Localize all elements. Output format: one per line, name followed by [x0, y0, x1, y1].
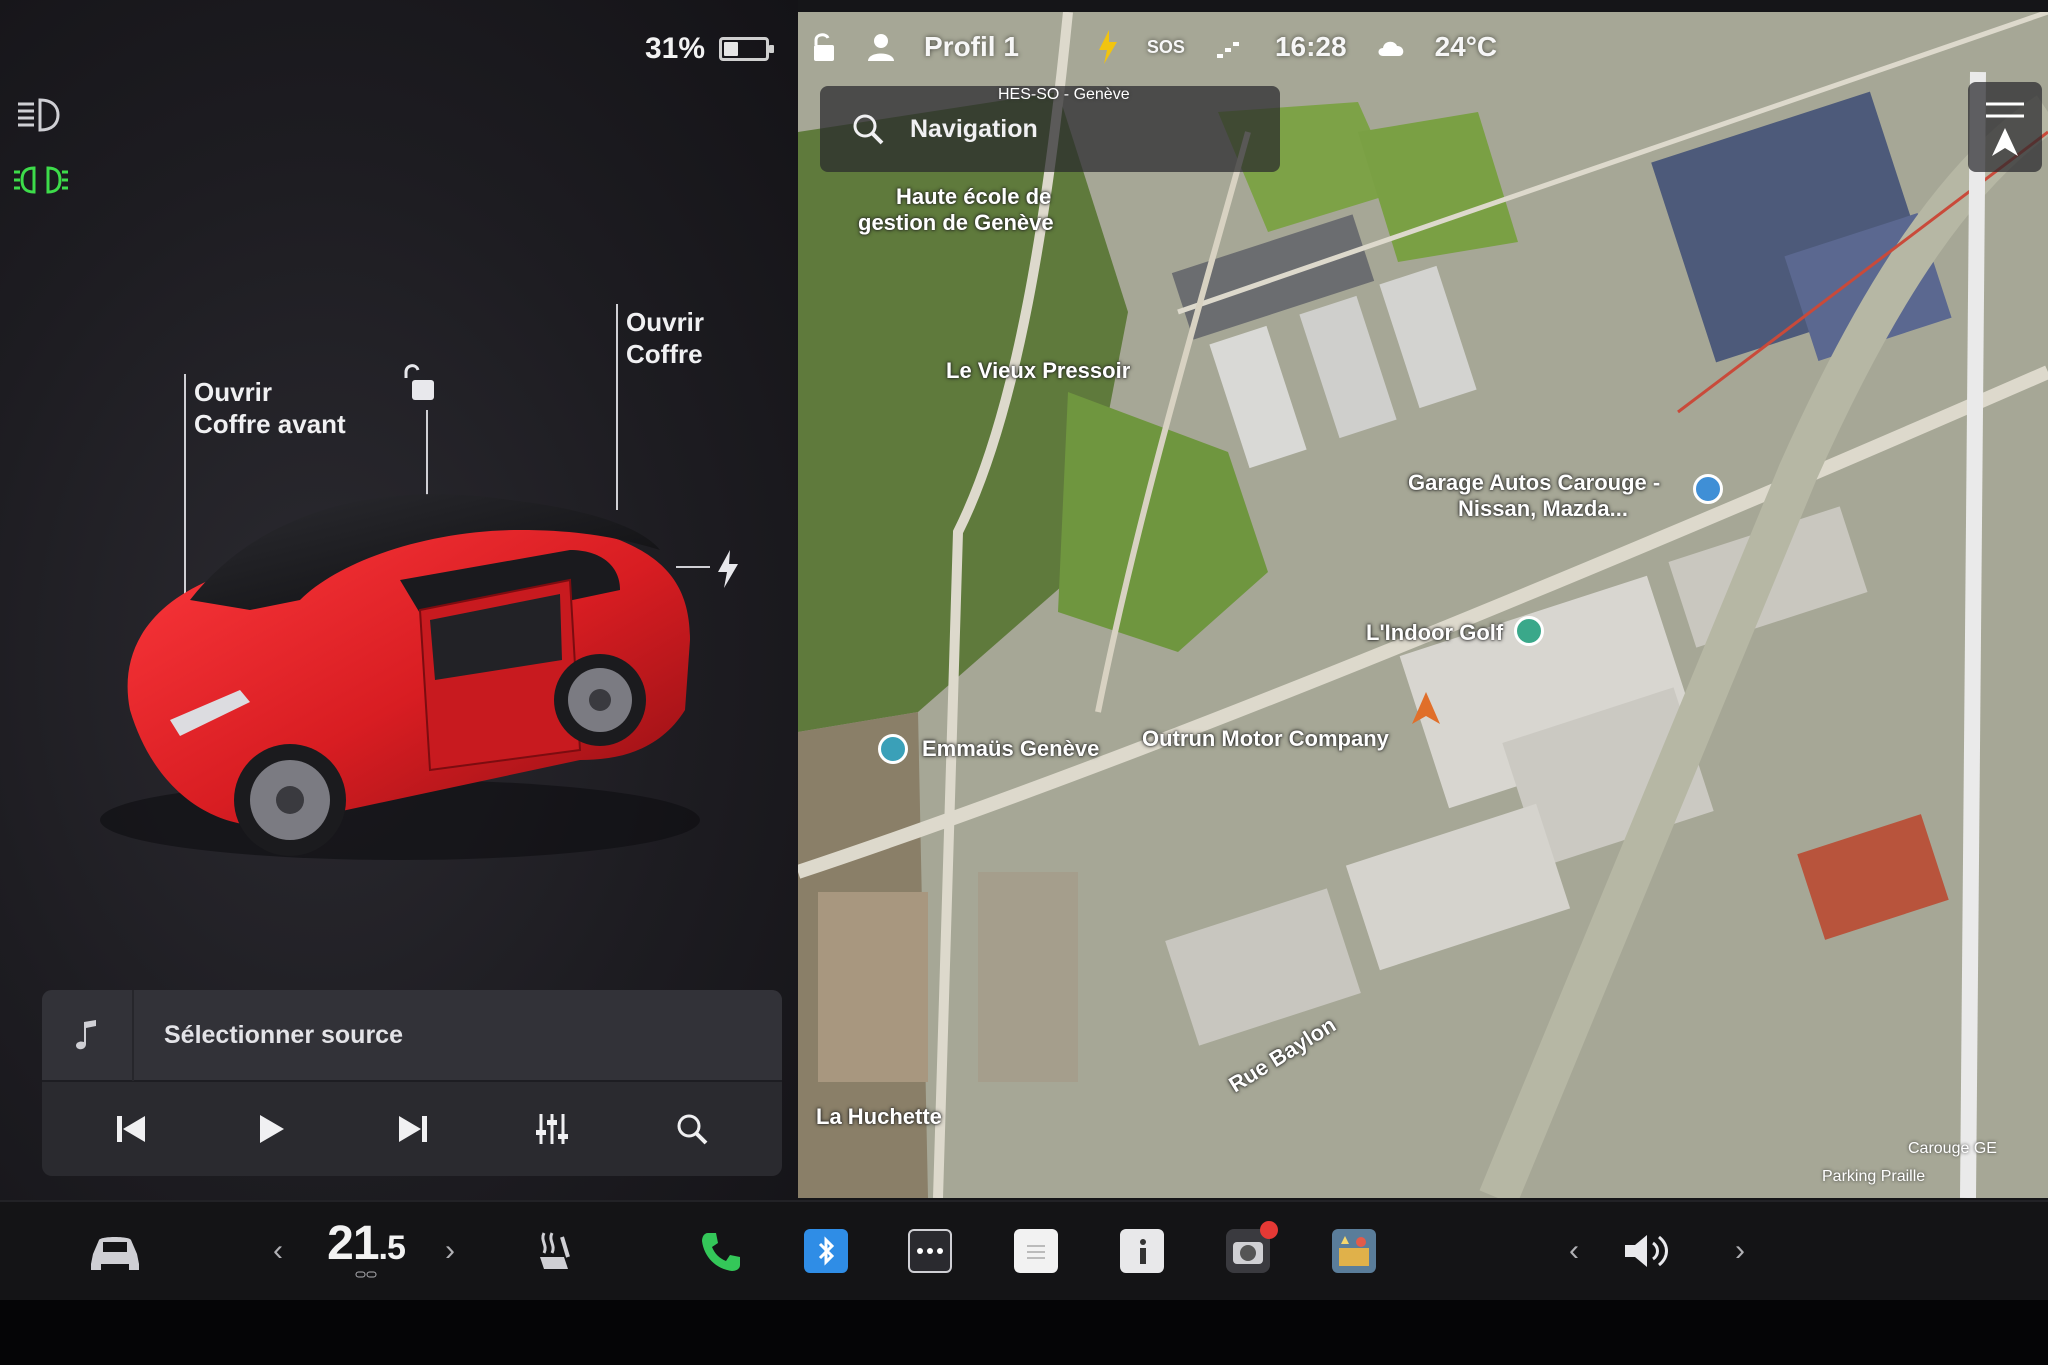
- car-icon: [91, 1237, 139, 1270]
- emmaus-pin-icon[interactable]: [878, 734, 908, 764]
- media-source-row[interactable]: Sélectionner source: [42, 990, 782, 1082]
- poi-label-haute-ecole-line1[interactable]: Haute école de: [896, 184, 1051, 210]
- phone-icon: [702, 1233, 740, 1271]
- cabin-temp-value: 21.5: [327, 1216, 406, 1271]
- garage-pin-icon[interactable]: [1693, 474, 1723, 504]
- search-icon: [853, 114, 884, 145]
- poi-label-garage-line1[interactable]: Garage Autos Carouge -: [1408, 470, 1660, 496]
- battery-icon: [719, 37, 775, 61]
- battery-status: 31%: [645, 32, 775, 66]
- navigation-map[interactable]: Profil 1 SOS 16:28 24°C Navigation HES-S…: [798, 12, 2048, 1198]
- car-button[interactable]: [84, 1220, 146, 1282]
- camera-button[interactable]: [1222, 1220, 1278, 1282]
- fan-icon: [355, 1271, 377, 1278]
- temp-increase-button[interactable]: ›: [440, 1220, 460, 1282]
- poi-label-hes-so[interactable]: HES-SO - Genève: [998, 86, 1130, 104]
- battery-fill: [724, 42, 738, 56]
- signal-icon: [1216, 42, 1239, 58]
- poi-label-indoor-golf[interactable]: L'Indoor Golf: [1366, 620, 1503, 646]
- media-player: Sélectionner source: [42, 990, 782, 1176]
- seat-heater-button[interactable]: [530, 1220, 578, 1282]
- info-manual-icon: [1120, 1229, 1164, 1273]
- lock-icon[interactable]: [810, 31, 838, 63]
- poi-label-parking[interactable]: Parking Praille: [1822, 1168, 1925, 1186]
- manual-button[interactable]: [1118, 1220, 1166, 1282]
- more-apps-button[interactable]: [906, 1220, 954, 1282]
- toybox-button[interactable]: [1328, 1220, 1380, 1282]
- poi-label-garage-line2[interactable]: Nissan, Mazda...: [1458, 496, 1628, 522]
- poi-label-haute-ecole-line2[interactable]: gestion de Genève: [858, 210, 1054, 236]
- navigation-search-placeholder: Navigation: [910, 114, 1038, 143]
- headlight-icon[interactable]: [14, 94, 62, 136]
- volume-up-arrow: ›: [1735, 1234, 1745, 1267]
- golf-pin-icon[interactable]: [1514, 616, 1544, 646]
- profile-name[interactable]: Profil 1: [924, 31, 1019, 63]
- weather-cloud-icon: [1378, 41, 1403, 56]
- poi-label-la-huchette[interactable]: La Huchette: [816, 1104, 942, 1130]
- toybox-icon: [1332, 1229, 1376, 1273]
- tesla-screen: 31% Ouvrir Coffre avant Ouvrir Coffre Sé…: [0, 0, 2048, 1300]
- camera-alert-badge: [1260, 1221, 1278, 1239]
- poi-label-vieux-pressoir[interactable]: Le Vieux Pressoir: [946, 358, 1130, 384]
- compass-icon: [1986, 102, 2024, 156]
- volume-down-arrow: ‹: [1569, 1234, 1579, 1267]
- play-button[interactable]: [240, 1097, 304, 1161]
- bluetooth-icon: [804, 1229, 848, 1273]
- outside-temperature: 24°C: [1434, 31, 1498, 62]
- poi-label-emmaus[interactable]: Emmaüs Genève: [922, 736, 1099, 762]
- cabin-temperature[interactable]: 21.5: [306, 1216, 426, 1278]
- equalizer-button[interactable]: [520, 1097, 584, 1161]
- camera-icon: [1226, 1221, 1278, 1273]
- notepad-icon: [1014, 1229, 1058, 1273]
- parking-lights-icon[interactable]: [12, 160, 70, 200]
- screen-bezel: [0, 1300, 2048, 1365]
- car-illustration: [100, 494, 700, 860]
- volume-button[interactable]: [1620, 1220, 1680, 1282]
- battery-percent: 31%: [645, 32, 706, 65]
- notepad-button[interactable]: [1012, 1220, 1060, 1282]
- more-icon: [908, 1229, 952, 1273]
- sentry-icon: [1098, 30, 1117, 64]
- temp-down-arrow: ‹: [273, 1234, 283, 1267]
- place-label-carouge: Carouge GE: [1908, 1140, 1997, 1157]
- poi-label-outrun[interactable]: Outrun Motor Company: [1142, 726, 1389, 752]
- profile-icon[interactable]: [866, 31, 896, 63]
- phone-button[interactable]: [694, 1220, 746, 1282]
- seat-heater-icon: [540, 1232, 570, 1269]
- media-controls: [42, 1082, 782, 1176]
- volume-increase-button[interactable]: ›: [1730, 1220, 1750, 1282]
- media-search-button[interactable]: [660, 1097, 724, 1161]
- sos-indicator[interactable]: SOS: [1147, 37, 1185, 58]
- previous-track-button[interactable]: [100, 1097, 164, 1161]
- bottom-taskbar: ‹ 21.5 › ‹ ›: [0, 1200, 2048, 1300]
- temp-up-arrow: ›: [445, 1234, 455, 1267]
- volume-icon: [1625, 1235, 1668, 1267]
- next-track-button[interactable]: [380, 1097, 444, 1161]
- map-orientation-button[interactable]: [1968, 82, 2042, 172]
- music-note-icon: [42, 990, 134, 1081]
- temp-decrease-button[interactable]: ‹: [268, 1220, 288, 1282]
- car-status-panel: 31% Ouvrir Coffre avant Ouvrir Coffre Sé…: [0, 0, 798, 1200]
- volume-decrease-button[interactable]: ‹: [1564, 1220, 1584, 1282]
- select-source-label: Sélectionner source: [164, 1020, 403, 1049]
- clock: 16:28: [1274, 31, 1347, 62]
- cabin-temp-decimal: .5: [378, 1229, 406, 1267]
- cabin-temp-int: 21: [327, 1217, 379, 1270]
- bluetooth-button[interactable]: [802, 1220, 850, 1282]
- top-status-bar: Profil 1 SOS 16:28 24°C: [798, 12, 2048, 82]
